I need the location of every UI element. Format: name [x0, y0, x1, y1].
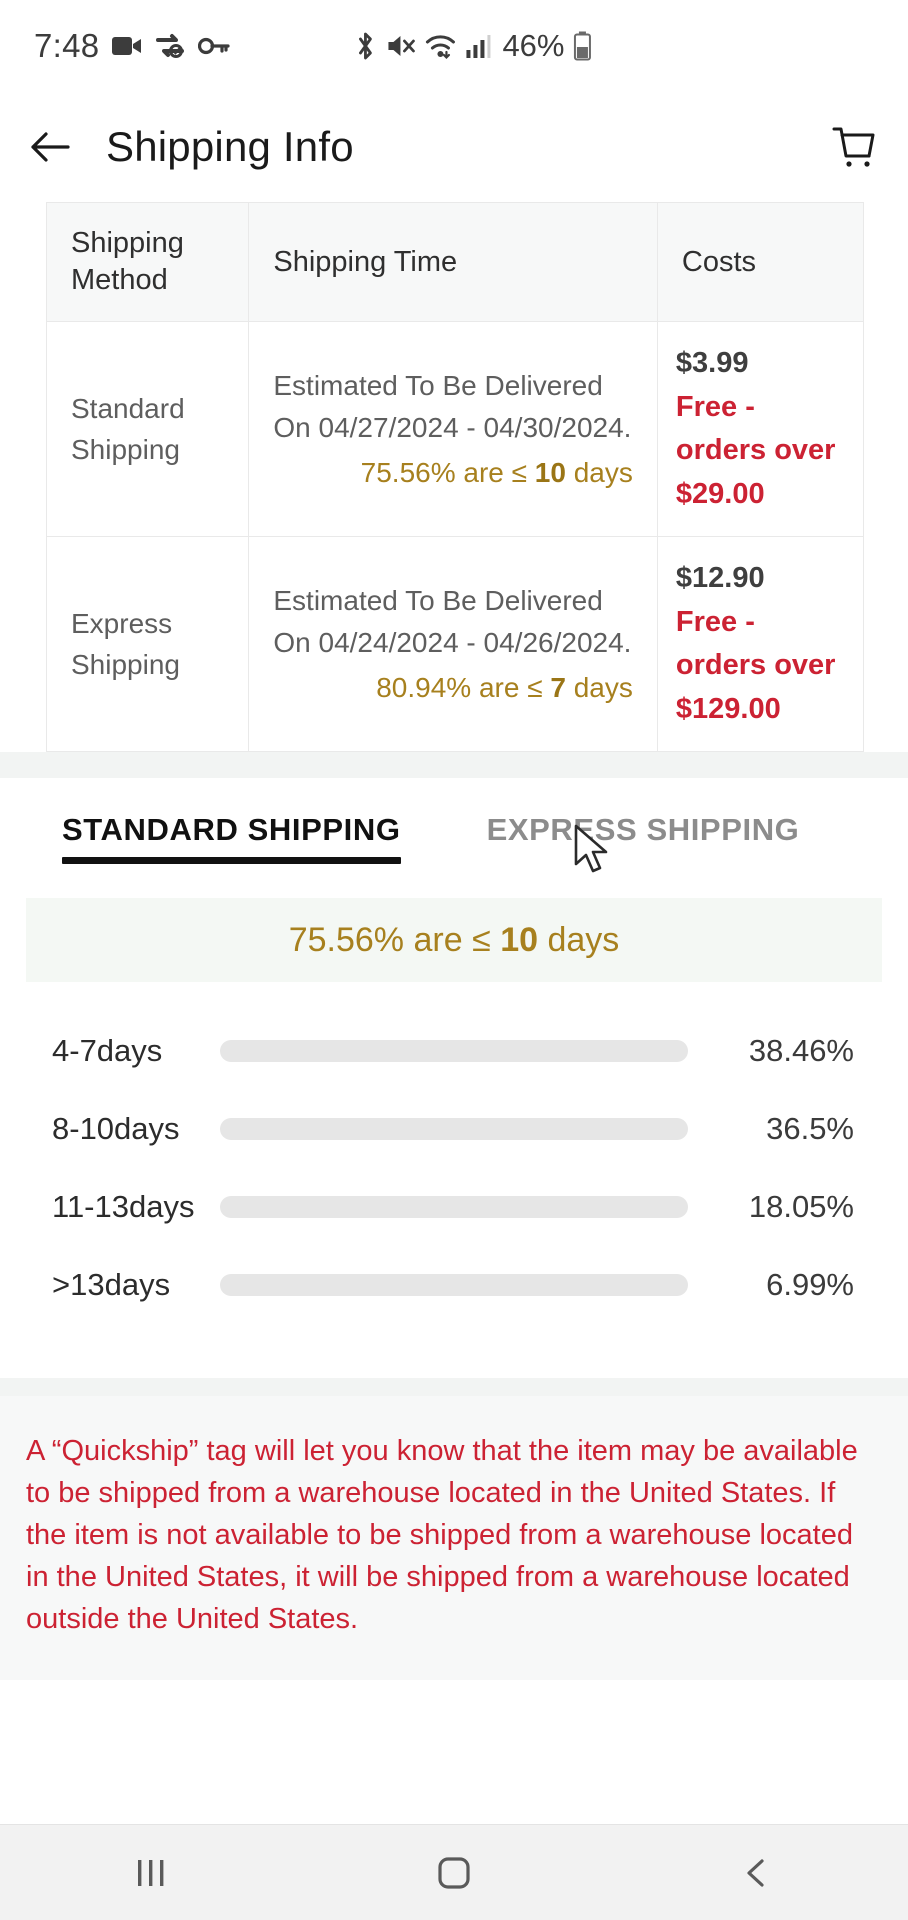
shipping-table: Shipping Method Shipping Time Costs Stan…	[45, 201, 865, 753]
back-arrow-icon[interactable]	[28, 129, 72, 165]
tab-standard-shipping[interactable]: STANDARD SHIPPING	[62, 812, 401, 865]
delivery-percentage-line: 75.56% are ≤ 10 days	[273, 452, 633, 493]
video-camera-icon	[112, 34, 142, 58]
tab-express-shipping[interactable]: EXPRESS SHIPPING	[487, 812, 800, 864]
cell-shipping-time: Estimated To Be Delivered On 04/24/2024 …	[248, 536, 658, 753]
wifi-icon	[424, 32, 456, 60]
key-icon	[198, 36, 231, 56]
battery-percent-label: 46%	[502, 28, 565, 63]
summary-percentage-text: 75.56% are ≤ 10 days	[289, 921, 620, 960]
percentage-days: 10	[534, 456, 566, 488]
bar-label: 8-10days	[52, 1111, 180, 1147]
delivery-estimate-text: Estimated To Be Delivered On 04/27/2024 …	[273, 370, 632, 443]
system-nav-bar	[0, 1824, 908, 1920]
home-icon	[438, 1856, 470, 1889]
column-header-costs: Costs	[656, 201, 865, 323]
percentage-suffix: days	[565, 671, 633, 703]
percentage-days: 7	[550, 671, 566, 703]
percentage-suffix: days	[565, 456, 633, 488]
bar-row: 4-7days 38.46%	[52, 1012, 854, 1090]
status-bar-left: 7:48	[34, 27, 231, 65]
bar-label: 4-7days	[52, 1033, 163, 1069]
table-head: Shipping Method Shipping Time Costs	[45, 201, 865, 323]
bar-value: 6.99%	[766, 1267, 854, 1303]
delivery-time-bar-chart: 4-7days 38.46% 8-10days 36.5% 11-13days …	[26, 982, 882, 1379]
summary-band: 75.56% are ≤ 10 days	[26, 898, 882, 983]
summary-suffix: days	[538, 920, 620, 959]
recents-icon	[138, 1859, 164, 1886]
shipping-tabs-panel: STANDARD SHIPPING EXPRESS SHIPPING	[26, 778, 882, 899]
bar-value: 36.5%	[766, 1111, 854, 1147]
page-title: Shipping Info	[106, 123, 354, 170]
table-row: Express Shipping Estimated To Be Deliver…	[45, 536, 865, 753]
column-header-shipping-time: Shipping Time	[248, 201, 658, 323]
section-divider	[0, 752, 908, 779]
percentage-prefix: 75.56% are ≤	[360, 456, 535, 488]
bar-track	[220, 1118, 688, 1141]
cellular-signal-icon	[465, 33, 491, 59]
cell-shipping-time: Estimated To Be Delivered On 04/27/2024 …	[248, 321, 658, 538]
bar-row: >13days 6.99%	[52, 1246, 854, 1324]
cost-free-note: Free - orders over $129.00	[675, 605, 836, 725]
nav-home-button[interactable]	[304, 1851, 604, 1895]
bar-track	[220, 1196, 688, 1219]
battery-icon	[573, 31, 591, 61]
cost-free-note: Free - orders over $29.00	[675, 390, 836, 510]
column-header-shipping-method: Shipping Method	[45, 201, 250, 323]
status-bar: 7:48 46%	[0, 0, 908, 92]
summary-days: 10	[500, 920, 539, 959]
cell-costs: $12.90 Free - orders over $129.00	[656, 536, 865, 753]
nav-back-button[interactable]	[607, 1853, 907, 1893]
bar-row: 11-13days 18.05%	[52, 1168, 854, 1246]
bar-value: 38.46%	[748, 1033, 854, 1069]
bar-track	[220, 1274, 688, 1297]
bar-label: >13days	[52, 1267, 171, 1303]
percentage-prefix: 80.94% are ≤	[376, 671, 551, 703]
quickship-notice: A “Quickship” tag will let you know that…	[0, 1396, 908, 1681]
nav-recents-button[interactable]	[2, 1856, 302, 1890]
cell-shipping-method: Standard Shipping	[45, 321, 250, 538]
mute-icon	[385, 32, 415, 60]
cost-price: $12.90	[675, 562, 765, 595]
section-divider	[0, 1378, 908, 1397]
sync-icon	[155, 33, 185, 59]
cost-price: $3.99	[675, 347, 749, 380]
quickship-notice-text: A “Quickship” tag will let you know that…	[26, 1435, 858, 1636]
delivery-percentage-line: 80.94% are ≤ 7 days	[273, 667, 633, 708]
cart-icon[interactable]	[828, 123, 878, 171]
delivery-estimate-text: Estimated To Be Delivered On 04/24/2024 …	[273, 585, 632, 658]
table-row: Standard Shipping Estimated To Be Delive…	[45, 321, 865, 538]
table-header-row: Shipping Method Shipping Time Costs	[45, 201, 865, 323]
shipping-tabs: STANDARD SHIPPING EXPRESS SHIPPING	[26, 778, 882, 899]
status-bar-right: 46%	[354, 28, 591, 64]
bar-row: 8-10days 36.5%	[52, 1090, 854, 1168]
bar-label: 11-13days	[52, 1189, 195, 1225]
bar-value: 18.05%	[748, 1189, 854, 1225]
table-body: Standard Shipping Estimated To Be Delive…	[45, 321, 865, 753]
app-bar: Shipping Info	[0, 92, 908, 202]
status-time: 7:48	[34, 27, 100, 64]
shipping-table-section: Shipping Method Shipping Time Costs Stan…	[0, 201, 908, 753]
back-icon	[747, 1858, 764, 1887]
summary-prefix: 75.56% are ≤	[288, 920, 501, 959]
cell-shipping-method: Express Shipping	[45, 536, 250, 753]
cell-costs: $3.99 Free - orders over $29.00	[656, 321, 865, 538]
bar-track	[220, 1040, 688, 1063]
bluetooth-icon	[354, 31, 376, 61]
